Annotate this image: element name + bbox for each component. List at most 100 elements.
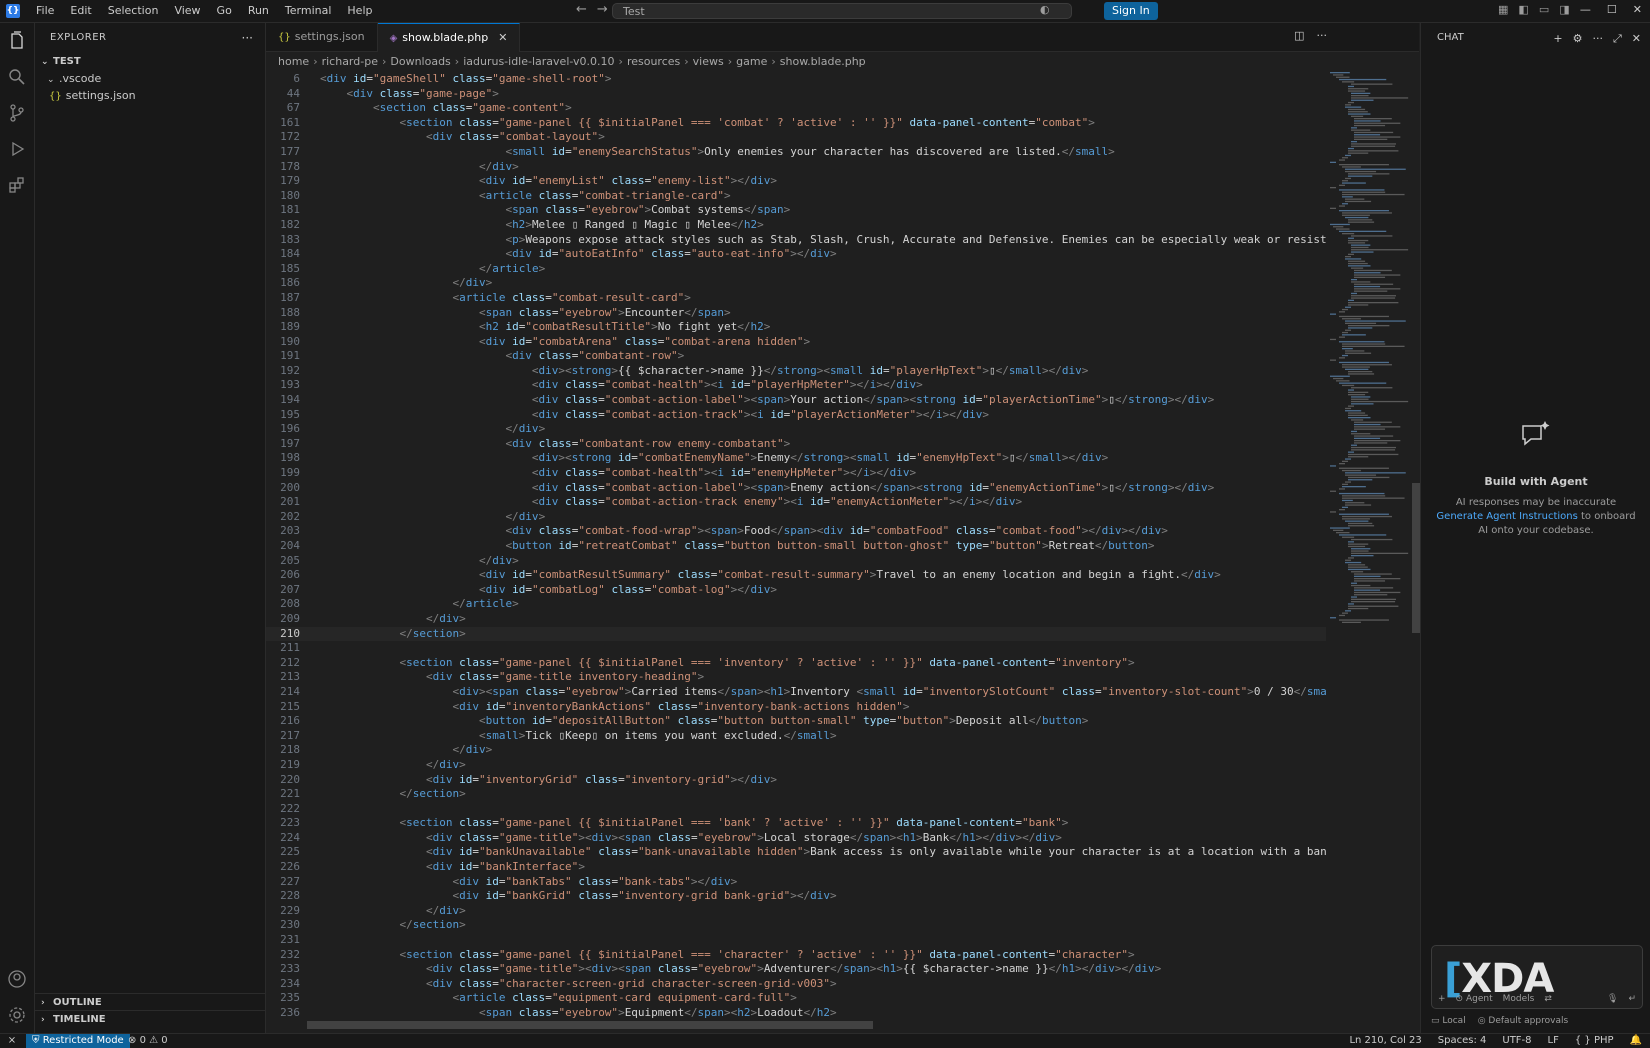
local-button[interactable]: ▭ Local (1431, 1016, 1466, 1026)
code-line[interactable]: 194 <div class="combat-action-label"><sp… (266, 393, 1326, 408)
approvals-button[interactable]: ◎ Default approvals (1478, 1016, 1568, 1026)
close-icon[interactable]: ✕ (498, 31, 507, 44)
code-line[interactable]: 230 </section> (266, 918, 1326, 933)
code-line[interactable]: 215 <div id="inventoryBankActions" class… (266, 700, 1326, 715)
code-line[interactable]: 227 <div id="bankTabs" class="bank-tabs"… (266, 875, 1326, 890)
code-line[interactable]: 182 <h2>Melee ▯ Ranged ▯ Magic ▯ Melee</… (266, 218, 1326, 233)
back-arrow-icon[interactable]: ← (576, 2, 587, 17)
breadcrumb-item[interactable]: show.blade.php (780, 55, 866, 68)
tab-show-blade-php[interactable]: ◈ show.blade.php ✕ (377, 23, 521, 52)
code-line[interactable]: 44 <div class="game-page"> (266, 87, 1326, 102)
code-line[interactable]: 211 (266, 641, 1326, 656)
code-line[interactable]: 220 <div id="inventoryGrid" class="inven… (266, 773, 1326, 788)
menu-item-run[interactable]: Run (240, 0, 277, 22)
add-context-icon[interactable]: + (1438, 994, 1446, 1004)
chat-input[interactable]: [XDA + ⊙ Agent Models ⇄ 🎙 ↵ (1431, 945, 1643, 1009)
code-line[interactable]: 206 <div id="combatResultSummary" class=… (266, 568, 1326, 583)
code-line[interactable]: 203 <div class="combat-food-wrap"><span>… (266, 524, 1326, 539)
more-actions-icon[interactable]: ··· (242, 23, 253, 53)
close-icon[interactable]: ✕ (1632, 32, 1641, 46)
code-line[interactable]: 183 <p>Weapons expose attack styles such… (266, 233, 1326, 248)
code-line[interactable]: 196 </div> (266, 422, 1326, 437)
cursor-position[interactable]: Ln 210, Col 23 (1349, 1034, 1421, 1048)
code-line[interactable]: 197 <div class="combatant-row enemy-comb… (266, 437, 1326, 452)
encoding[interactable]: UTF-8 (1502, 1034, 1531, 1048)
tree-folder-vscode[interactable]: ⌄ .vscode (35, 70, 265, 87)
code-line[interactable]: 199 <div class="combat-health"><i id="en… (266, 466, 1326, 481)
code-line[interactable]: 191 <div class="combatant-row"> (266, 349, 1326, 364)
source-control-icon[interactable] (0, 95, 34, 131)
menu-item-file[interactable]: File (28, 0, 62, 22)
more-actions-icon[interactable]: ··· (1592, 32, 1603, 46)
tools-icon[interactable]: ⇄ (1544, 994, 1552, 1004)
code-line[interactable]: 219 </div> (266, 758, 1326, 773)
code-line[interactable]: 213 <div class="game-title inventory-hea… (266, 670, 1326, 685)
code-line[interactable]: 172 <div class="combat-layout"> (266, 130, 1326, 145)
code-line[interactable]: 223 <section class="game-panel {{ $initi… (266, 816, 1326, 831)
command-center-search[interactable]: Test (612, 3, 1072, 19)
run-debug-icon[interactable] (0, 131, 34, 167)
breadcrumb-item[interactable]: Downloads (390, 55, 450, 68)
timeline-section[interactable]: › TIMELINE (35, 1010, 271, 1028)
end-of-line[interactable]: LF (1548, 1034, 1559, 1048)
horizontal-scrollbar[interactable] (307, 1021, 873, 1029)
minimize-icon[interactable]: — (1580, 3, 1591, 16)
gear-icon[interactable]: ⚙ (1573, 32, 1583, 46)
menu-item-help[interactable]: Help (339, 0, 380, 22)
code-line[interactable]: 226 <div id="bankInterface"> (266, 860, 1326, 875)
code-line[interactable]: 233 <div class="game-title"><div><span c… (266, 962, 1326, 977)
account-icon[interactable] (0, 961, 34, 997)
toggle-panel-icon[interactable]: ▭ (1539, 3, 1549, 16)
code-line[interactable]: 200 <div class="combat-action-label"><sp… (266, 481, 1326, 496)
problems-indicator[interactable]: ⊗ 0 ⚠ 0 (128, 1034, 168, 1048)
breadcrumb-item[interactable]: iadurus-idle-laravel-v0.0.10 (463, 55, 614, 68)
code-line[interactable]: 193 <div class="combat-health"><i id="pl… (266, 378, 1326, 393)
mic-icon[interactable]: 🎙 (1607, 994, 1618, 1004)
extensions-icon[interactable] (0, 167, 34, 203)
code-line[interactable]: 231 (266, 933, 1326, 948)
menu-item-selection[interactable]: Selection (100, 0, 167, 22)
menu-item-go[interactable]: Go (209, 0, 240, 22)
code-line[interactable]: 225 <div id="bankUnavailable" class="ban… (266, 845, 1326, 860)
models-button[interactable]: Models (1503, 994, 1535, 1004)
code-line[interactable]: 214 <div><span class="eyebrow">Carried i… (266, 685, 1326, 700)
code-line[interactable]: 221 </section> (266, 787, 1326, 802)
code-line[interactable]: 209 </div> (266, 612, 1326, 627)
new-chat-icon[interactable]: + (1553, 32, 1562, 46)
code-line[interactable]: 212 <section class="game-panel {{ $initi… (266, 656, 1326, 671)
menu-item-edit[interactable]: Edit (62, 0, 99, 22)
copilot-icon[interactable]: ◐ (1040, 3, 1050, 16)
agent-mode-button[interactable]: ⊙ Agent (1456, 994, 1493, 1004)
menu-item-view[interactable]: View (166, 0, 208, 22)
code-line[interactable]: 161 <section class="game-panel {{ $initi… (266, 116, 1326, 131)
breadcrumb-item[interactable]: game (736, 55, 767, 68)
tree-file-settings[interactable]: {} settings.json (35, 87, 265, 104)
code-line[interactable]: 179 <div id="enemyList" class="enemy-lis… (266, 174, 1326, 189)
code-line[interactable]: 208 </article> (266, 597, 1326, 612)
breadcrumb-item[interactable]: richard-pe (322, 55, 378, 68)
breadcrumb-item[interactable]: views (693, 55, 724, 68)
code-line[interactable]: 189 <h2 id="combatResultTitle">No fight … (266, 320, 1326, 335)
remote-icon[interactable]: ⨯ (0, 1034, 24, 1048)
explorer-icon[interactable] (0, 23, 34, 59)
code-line[interactable]: 228 <div id="bankGrid" class="inventory-… (266, 889, 1326, 904)
code-line[interactable]: 181 <span class="eyebrow">Combat systems… (266, 203, 1326, 218)
code-line[interactable]: 187 <article class="combat-result-card"> (266, 291, 1326, 306)
code-line[interactable]: 222 (266, 802, 1326, 817)
code-line[interactable]: 234 <div class="character-screen-grid ch… (266, 977, 1326, 992)
code-line[interactable]: 178 </div> (266, 160, 1326, 175)
maximize-panel-icon[interactable]: ⤢ (1613, 32, 1622, 46)
toggle-secondary-sidebar-icon[interactable]: ◨ (1559, 3, 1569, 16)
code-line[interactable]: 224 <div class="game-title"><div><span c… (266, 831, 1326, 846)
settings-gear-icon[interactable] (0, 997, 34, 1033)
code-line[interactable]: 180 <article class="combat-triangle-card… (266, 189, 1326, 204)
breadcrumb-item[interactable]: home (278, 55, 309, 68)
breadcrumb-item[interactable]: resources (627, 55, 680, 68)
code-line[interactable]: 177 <small id="enemySearchStatus">Only e… (266, 145, 1326, 160)
code-line[interactable]: 6 <div id="gameShell" class="game-shell-r… (266, 72, 1326, 87)
code-line[interactable]: 210 </section> (266, 626, 1326, 642)
code-line[interactable]: 235 <article class="equipment-card equip… (266, 991, 1326, 1006)
code-line[interactable]: 232 <section class="game-panel {{ $initi… (266, 948, 1326, 963)
split-editor-icon[interactable]: ◫ (1294, 29, 1304, 42)
restricted-mode-badge[interactable]: ⛨ Restricted Mode (26, 1034, 130, 1048)
